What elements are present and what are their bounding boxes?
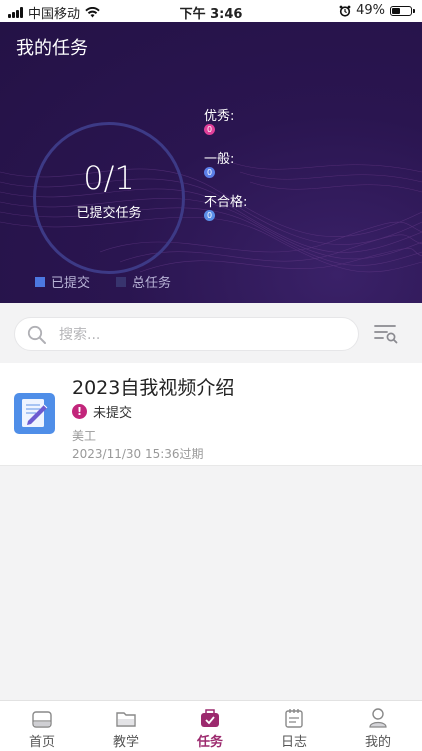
- tab-home[interactable]: 首页: [0, 701, 84, 751]
- legend-submitted-swatch: [35, 276, 45, 287]
- status-right: 49%: [339, 3, 415, 18]
- tab-profile[interactable]: 我的: [336, 701, 420, 751]
- stat-average-label: 一般:: [204, 152, 235, 167]
- task-bag-icon: [201, 709, 219, 727]
- task-deadline: 2023/11/30 15:36过期: [72, 447, 204, 461]
- home-icon: [32, 711, 52, 728]
- folder-icon: [116, 712, 136, 727]
- tab-teaching-label: 教学: [112, 735, 139, 750]
- warning-icon: !: [72, 404, 87, 419]
- search-input[interactable]: [57, 324, 351, 346]
- filter-search-icon[interactable]: [373, 322, 399, 346]
- battery-icon: [390, 5, 415, 16]
- submitted-ratio: 0/1: [83, 159, 135, 197]
- task-status-label: 未提交: [93, 406, 133, 421]
- stat-fail-label: 不合格:: [204, 195, 248, 210]
- user-icon: [369, 708, 387, 728]
- stat-excellent-label: 优秀:: [204, 109, 235, 124]
- stat-excellent-value: 0: [204, 124, 215, 135]
- legend-total-label: 总任务: [132, 276, 172, 291]
- tab-log-label: 日志: [280, 735, 307, 750]
- page-title: 我的任务: [16, 38, 88, 59]
- search-bar: [0, 303, 422, 363]
- alarm-icon: [339, 5, 351, 17]
- legend-submitted-label: 已提交: [51, 276, 91, 291]
- task-status: ! 未提交: [72, 402, 132, 421]
- task-title: 2023自我视频介绍: [72, 377, 235, 399]
- legend-total: 总任务: [116, 272, 171, 291]
- tab-log[interactable]: 日志: [252, 701, 336, 751]
- bottom-tab-bar: 首页 教学 任务 日志 我的: [0, 700, 422, 751]
- tab-teaching[interactable]: 教学: [84, 701, 168, 751]
- tab-tasks-label: 任务: [196, 735, 223, 750]
- search-icon: [27, 325, 46, 344]
- task-summary-panel: 我的任务 0/1 已提交任务 优秀: 0 一般: 0 不合格: 0 已提交 总任…: [0, 22, 422, 303]
- search-box[interactable]: [14, 317, 359, 351]
- tab-tasks[interactable]: 任务: [168, 701, 252, 751]
- tab-profile-label: 我的: [364, 735, 391, 750]
- legend-submitted: 已提交: [35, 272, 90, 291]
- tab-home-label: 首页: [28, 735, 55, 750]
- document-edit-icon: [14, 393, 55, 434]
- task-category: 美工: [72, 429, 97, 443]
- stat-average-value: 0: [204, 167, 215, 178]
- task-list-item[interactable]: 2023自我视频介绍 ! 未提交 美工 2023/11/30 15:36过期: [0, 363, 422, 466]
- battery-percent: 49%: [356, 3, 385, 18]
- journal-icon: [285, 709, 303, 728]
- status-bar: 中国移动 下午 3:46 49%: [0, 0, 422, 22]
- legend-total-swatch: [116, 276, 126, 287]
- progress-ring: [33, 122, 185, 274]
- submitted-label: 已提交任务: [76, 206, 142, 221]
- stat-fail-value: 0: [204, 210, 215, 221]
